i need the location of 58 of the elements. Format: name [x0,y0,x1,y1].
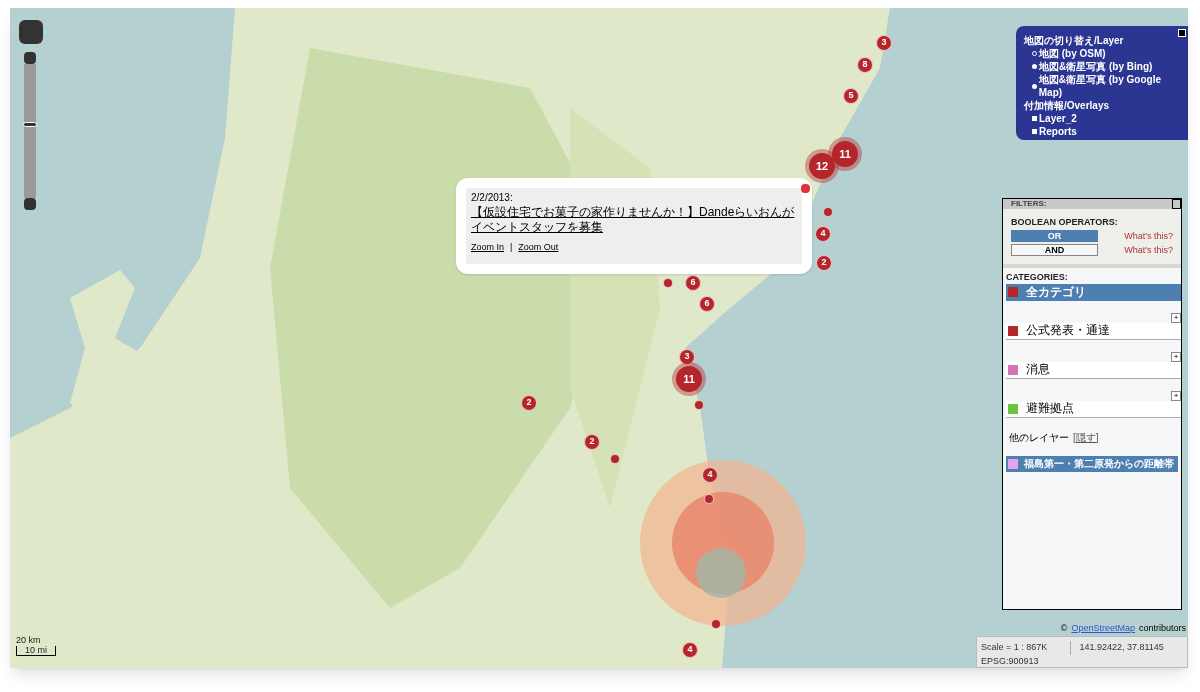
zoom-slider[interactable] [24,64,36,198]
map-marker[interactable] [694,400,704,410]
category-item[interactable]: 消息 [1006,361,1181,379]
map-marker[interactable] [610,454,620,464]
link-separator: | [510,240,513,254]
other-layers-label: 他のレイヤー [1009,431,1069,444]
layer-label[interactable]: Reports [1039,125,1077,138]
category-item[interactable]: 避難拠点 [1006,400,1181,418]
zoom-in-link[interactable]: Zoom In [471,240,504,254]
scale-readout: Scale = 1 : 867K [981,641,1072,655]
attribution-symbol: © [1060,622,1068,635]
map-marker[interactable] [823,207,833,217]
category-item[interactable]: 全カテゴリ [1006,283,1181,301]
report-link[interactable]: 【仮設住宅でお菓子の家作りませんか！】Dandeらいおんがイベントスタッフを募集 [471,204,797,235]
layer-label[interactable]: 地図 (by OSM) [1039,47,1106,60]
radio-button[interactable] [1032,83,1037,89]
operator-button[interactable]: OR [1011,230,1098,243]
close-icon[interactable] [1178,29,1186,37]
checkbox[interactable] [1032,116,1037,121]
map-marker[interactable] [663,278,673,288]
expand-button[interactable]: + [1171,312,1181,323]
map-marker[interactable] [704,494,714,504]
layer-label[interactable]: 地図&衛星写真 (by Bing) [1039,60,1153,73]
category-label[interactable]: 全カテゴリ [1026,284,1086,300]
map-marker[interactable] [711,619,721,629]
expand-button[interactable]: + [1171,351,1181,362]
layer-item[interactable]: 福島第一・第二原発からの距離帯 [1006,456,1178,472]
scale-imperial: 10 mi [16,646,56,656]
layer-label[interactable]: Layer_2 [1039,112,1077,125]
zoom-out-link[interactable]: Zoom Out [518,240,559,254]
overlays-title: 付加情報/Overlays [1024,99,1111,112]
layer-label[interactable]: 地図&衛星写真 (by Google Map) [1038,73,1180,99]
radio-button[interactable] [1032,64,1037,69]
operators-title: BOOLEAN OPERATORS: [1011,217,1119,229]
coordinates-readout: 141.92422, 37.81145 [1079,641,1165,654]
zoom-in-button[interactable] [24,52,36,64]
categories-title: CATEGORIES: [1005,271,1069,284]
help-link[interactable]: What's this? [1124,230,1173,242]
projection-readout: EPSG:900913 [981,654,1040,668]
category-label[interactable]: 消息 [1026,362,1050,377]
attribution-link[interactable]: OpenStreetMap [1071,622,1135,636]
layer-label[interactable]: 福島第一・第二原発からの距離帯 [1024,457,1174,471]
scale-metric: 20 km [16,636,42,645]
checkbox[interactable] [1032,129,1037,134]
filters-title: FILTERS: [1011,199,1047,209]
hide-link[interactable]: [隠す] [1073,431,1099,444]
popup-date: 2/2/2013: [471,192,514,205]
base-layers-title: 地図の切り替え/Layer [1024,34,1125,47]
category-label[interactable]: 公式発表・通達 [1026,323,1110,338]
category-item[interactable]: 公式発表・通達 [1006,322,1181,340]
category-label[interactable]: 避難拠点 [1026,401,1074,416]
expand-button[interactable]: + [1171,390,1181,401]
zoom-slider-thumb[interactable] [23,122,37,128]
zoom-out-button[interactable] [24,198,36,210]
pan-control[interactable] [19,20,43,44]
attribution-text: contributors [1138,622,1186,635]
help-link[interactable]: What's this? [1124,244,1173,256]
operator-button[interactable]: AND [1011,244,1098,257]
